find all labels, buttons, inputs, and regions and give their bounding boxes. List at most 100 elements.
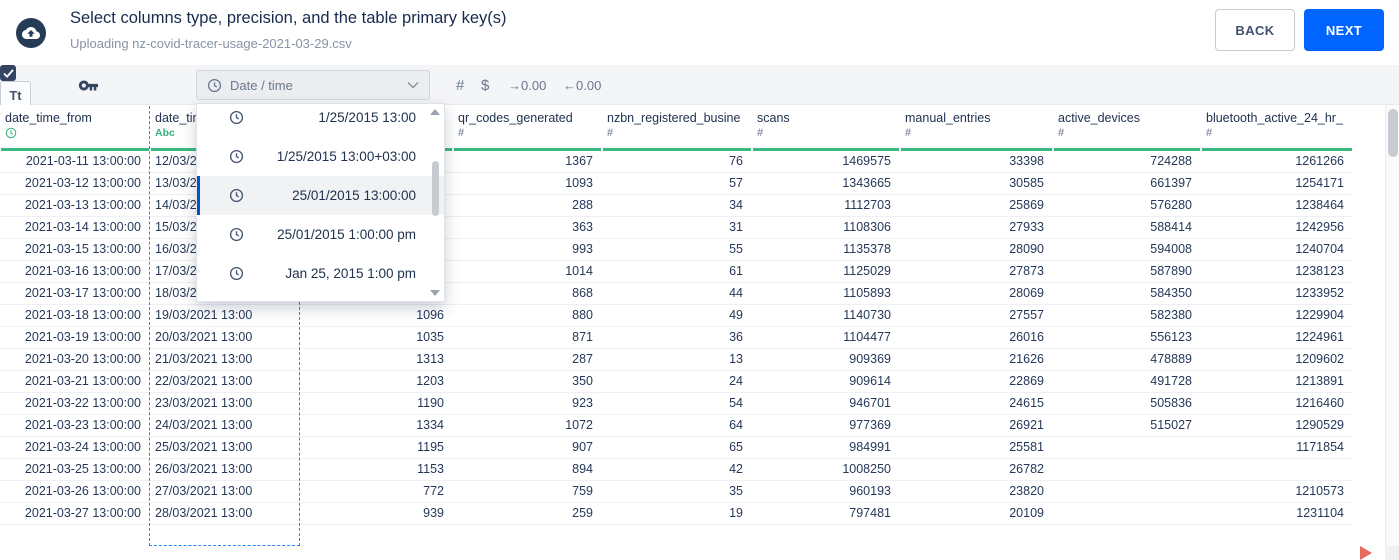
- table-cell: 1112703: [844, 198, 891, 212]
- table-cell: [1053, 503, 1201, 524]
- table-cell: 1093: [565, 176, 593, 190]
- table-cell: 977369: [849, 418, 891, 432]
- primary-key-icon[interactable]: [78, 65, 98, 105]
- column-header-scans[interactable]: scans #: [752, 105, 900, 151]
- table-cell: 2021-03-23 13:00:00: [24, 418, 141, 432]
- table-cell: 57: [729, 176, 743, 190]
- table-cell: 1261266: [1295, 154, 1344, 168]
- vertical-scrollbar[interactable]: [1385, 105, 1399, 560]
- column-name: date_time_from: [5, 111, 92, 125]
- selected-column-outline-left: [149, 106, 150, 546]
- horizontal-scrollbar[interactable]: [0, 546, 1385, 560]
- table-cell: 2021-03-27 13:00:00: [24, 506, 141, 520]
- integer-type-button[interactable]: #: [456, 65, 464, 105]
- column-header-nzbn_registered_busine[interactable]: nzbn_registered_busine #: [602, 105, 752, 151]
- next-button[interactable]: NEXT: [1304, 9, 1384, 51]
- table-cell: 19: [729, 506, 743, 520]
- table-cell: 759: [572, 484, 593, 498]
- table-cell: 24/03/2021 13:00: [155, 418, 253, 432]
- table-cell: 26/03/2021 13:00: [155, 462, 253, 476]
- table-cell: 587890: [1150, 264, 1192, 278]
- column-name: manual_entries: [905, 111, 991, 125]
- column-header-date_time_from[interactable]: date_time_from: [0, 105, 150, 151]
- clock-icon: [229, 227, 244, 242]
- table-cell: 797481: [849, 506, 891, 520]
- scroll-down-arrow-icon[interactable]: [430, 290, 440, 296]
- menu-scrollbar-thumb[interactable]: [432, 161, 439, 216]
- clock-icon: [207, 78, 222, 93]
- table-cell: 2021-03-13 13:00:00: [24, 198, 141, 212]
- table-cell: 27/03/2021 13:00: [155, 484, 253, 498]
- format-option[interactable]: 1/25/2015 13:00: [197, 104, 444, 137]
- back-button[interactable]: BACK: [1215, 9, 1295, 51]
- table-cell: 1242956: [1295, 220, 1344, 234]
- table-cell: 1209602: [1295, 352, 1344, 366]
- table-cell: 26016: [1009, 330, 1044, 344]
- column-name: bluetooth_active_24_hr_: [1206, 111, 1343, 125]
- table-cell: 1171854: [1296, 440, 1344, 454]
- table-cell: 20/03/2021 13:00: [155, 330, 253, 344]
- table-cell: 42: [729, 462, 743, 476]
- table-cell: 26782: [1009, 462, 1044, 476]
- table-cell: 26921: [1009, 418, 1044, 432]
- table-row: 2021-03-21 13:00:00 22/03/2021 13:00 1203 3…: [0, 371, 1353, 393]
- table-cell: 21626: [1009, 352, 1044, 366]
- format-option[interactable]: 25/01/2015 1:00:00 pm: [197, 215, 444, 254]
- table-cell: 25869: [1009, 198, 1044, 212]
- table-cell: 1105893: [843, 286, 891, 300]
- table-cell: 2021-03-12 13:00:00: [24, 176, 141, 190]
- table-cell: 984991: [849, 440, 891, 454]
- clock-icon: [229, 149, 244, 164]
- table-cell: 1153: [417, 462, 444, 476]
- table-cell: [1053, 437, 1201, 458]
- datetime-type-icon: [5, 127, 146, 140]
- table-cell: 1140730: [843, 308, 891, 322]
- table-cell: [1201, 459, 1353, 480]
- decrease-precision-button[interactable]: ←0.00: [563, 65, 601, 105]
- table-cell: 588414: [1150, 220, 1192, 234]
- chevron-down-icon: [407, 76, 419, 94]
- table-cell: 923: [572, 396, 593, 410]
- clock-icon: [229, 188, 244, 203]
- table-cell: [1053, 481, 1201, 502]
- table-cell: 30585: [1009, 176, 1044, 190]
- table-row: 2021-03-18 13:00:00 19/03/2021 13:00 1096 8…: [0, 305, 1353, 327]
- column-header-bluetooth_active_24_hr_[interactable]: bluetooth_active_24_hr_ #: [1201, 105, 1353, 151]
- table-cell: 259: [572, 506, 593, 520]
- table-cell: 576280: [1150, 198, 1192, 212]
- date-format-dropdown-value: Date / time: [230, 77, 293, 93]
- table-cell: 1213891: [1295, 374, 1344, 388]
- format-option[interactable]: 25/01/2015 13:00:00: [197, 176, 444, 215]
- currency-type-button[interactable]: $: [481, 65, 489, 105]
- table-cell: 1231104: [1296, 506, 1344, 520]
- increase-precision-button[interactable]: →0.00: [508, 65, 546, 105]
- column-name: qr_codes_generated: [458, 111, 573, 125]
- table-cell: 1240704: [1295, 242, 1344, 256]
- table-cell: 28090: [1009, 242, 1044, 256]
- column-header-qr_codes_generated[interactable]: qr_codes_generated #: [453, 105, 602, 151]
- table-cell: 2021-03-21 13:00:00: [24, 374, 141, 388]
- checkbox-checked-icon[interactable]: [0, 65, 16, 81]
- table-cell: 2021-03-24 13:00:00: [24, 440, 141, 454]
- table-cell: 27873: [1009, 264, 1044, 278]
- table-cell: 1238464: [1295, 198, 1344, 212]
- column-header-manual_entries[interactable]: manual_entries #: [900, 105, 1053, 151]
- table-cell: 1203: [416, 374, 444, 388]
- upload-cloud-icon: [16, 18, 46, 48]
- vertical-scrollbar-thumb[interactable]: [1388, 109, 1398, 157]
- table-cell: 1035: [416, 330, 444, 344]
- table-cell: [1053, 459, 1201, 480]
- format-option[interactable]: Jan 25, 2015 1:00 pm: [197, 254, 444, 293]
- date-format-dropdown[interactable]: Date / time: [196, 70, 430, 100]
- table-cell: 907: [572, 440, 593, 454]
- table-cell: 23820: [1009, 484, 1044, 498]
- table-cell: 2021-03-16 13:00:00: [24, 264, 141, 278]
- table-cell: 350: [572, 374, 593, 388]
- clock-icon: [229, 266, 244, 281]
- table-cell: 491728: [1150, 374, 1192, 388]
- scroll-up-arrow-icon[interactable]: [430, 109, 440, 115]
- table-cell: 993: [572, 242, 593, 256]
- table-cell: 19/03/2021 13:00: [155, 308, 253, 322]
- format-option[interactable]: 1/25/2015 13:00+03:00: [197, 137, 444, 176]
- column-header-active_devices[interactable]: active_devices #: [1053, 105, 1201, 151]
